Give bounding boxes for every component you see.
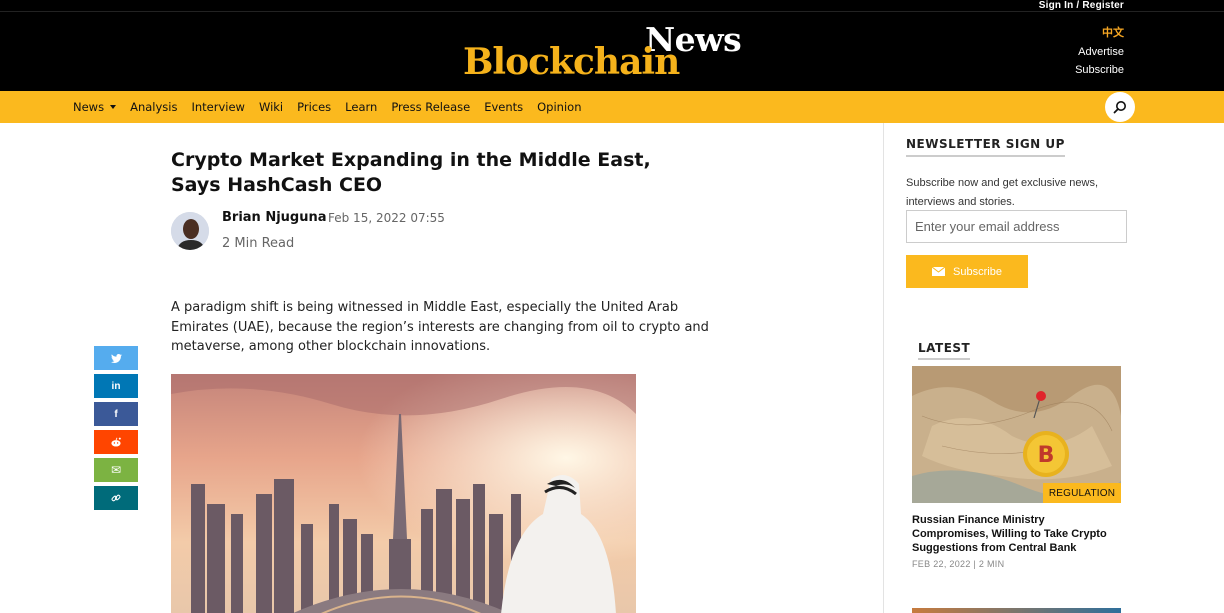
article-title: Crypto Market Expanding in the Middle Ea… — [171, 149, 651, 196]
linkedin-icon: in — [111, 380, 121, 392]
email-input[interactable] — [906, 210, 1127, 243]
search-icon — [1113, 101, 1126, 114]
nav-item-interview[interactable]: Interview — [191, 100, 244, 114]
site-header: Sign In / Register News Blockchain 中文 Ad… — [0, 0, 1224, 91]
sidebar-divider — [883, 123, 884, 613]
facebook-icon: f — [114, 408, 118, 420]
email-share-button[interactable]: ✉ — [94, 458, 138, 482]
publish-date: Feb 15, 2022 07:55 — [328, 211, 445, 225]
author-name[interactable]: Brian Njuguna — [222, 210, 327, 225]
nav-item-press-release[interactable]: Press Release — [391, 100, 470, 114]
facebook-share-button[interactable]: f — [94, 402, 138, 426]
reddit-icon — [111, 437, 121, 447]
sign-in-register-link[interactable]: Sign In / Register — [1039, 0, 1124, 11]
link-icon — [111, 494, 121, 502]
article-lead: A paradigm shift is being witnessed in M… — [171, 300, 709, 354]
header-divider — [0, 11, 1224, 12]
nav-item-opinion[interactable]: Opinion — [537, 100, 581, 114]
nav-item-analysis[interactable]: Analysis — [130, 100, 177, 114]
nav-item-label: News — [73, 100, 105, 114]
linkedin-share-button[interactable]: in — [94, 374, 138, 398]
subscribe-button-label: Subscribe — [953, 265, 1002, 278]
nav-item-learn[interactable]: Learn — [345, 100, 377, 114]
nav-item-news[interactable]: News — [73, 100, 117, 114]
newsletter-text: Subscribe now and get exclusive news, in… — [906, 177, 1098, 208]
nav-item-events[interactable]: Events — [484, 100, 523, 114]
site-logo[interactable]: News Blockchain — [463, 20, 748, 84]
article-hero-image — [171, 374, 636, 613]
twitter-share-button[interactable] — [94, 346, 138, 370]
chinese-language-link[interactable]: 中文 — [1075, 24, 1124, 43]
svg-text:B: B — [1038, 443, 1055, 468]
category-badge[interactable]: REGULATION — [1043, 483, 1121, 503]
latest-article-headline[interactable]: Russian Finance Ministry Compromises, Wi… — [912, 513, 1122, 555]
next-article-image[interactable] — [912, 608, 1121, 613]
advertise-link[interactable]: Advertise — [1075, 43, 1124, 62]
nav-item-prices[interactable]: Prices — [297, 100, 331, 114]
read-time: 2 Min Read — [222, 236, 295, 251]
header-right-links: 中文 Advertise Subscribe — [1075, 24, 1124, 80]
email-icon: ✉ — [110, 463, 122, 477]
latest-title: LATEST — [918, 341, 971, 360]
newsletter-title: NEWSLETTER SIGN UP — [906, 137, 1065, 157]
email-icon — [932, 267, 946, 276]
subscribe-link[interactable]: Subscribe — [1075, 61, 1124, 80]
search-button[interactable] — [1105, 92, 1135, 122]
copy-link-button[interactable] — [94, 486, 138, 510]
nav-item-wiki[interactable]: Wiki — [259, 100, 283, 114]
logo-blockchain-text: Blockchain — [463, 41, 680, 83]
share-bar: in f ✉ — [94, 346, 138, 514]
twitter-icon — [110, 353, 122, 363]
reddit-share-button[interactable] — [94, 430, 138, 454]
author-avatar[interactable] — [171, 212, 209, 250]
author-photo — [171, 212, 209, 250]
subscribe-button[interactable]: Subscribe — [906, 255, 1028, 288]
main-nav: News Analysis Interview Wiki Prices Lear… — [0, 91, 1224, 123]
latest-article-meta: FEB 22, 2022 | 2 MIN — [912, 559, 1005, 569]
chevron-down-icon — [110, 105, 117, 109]
